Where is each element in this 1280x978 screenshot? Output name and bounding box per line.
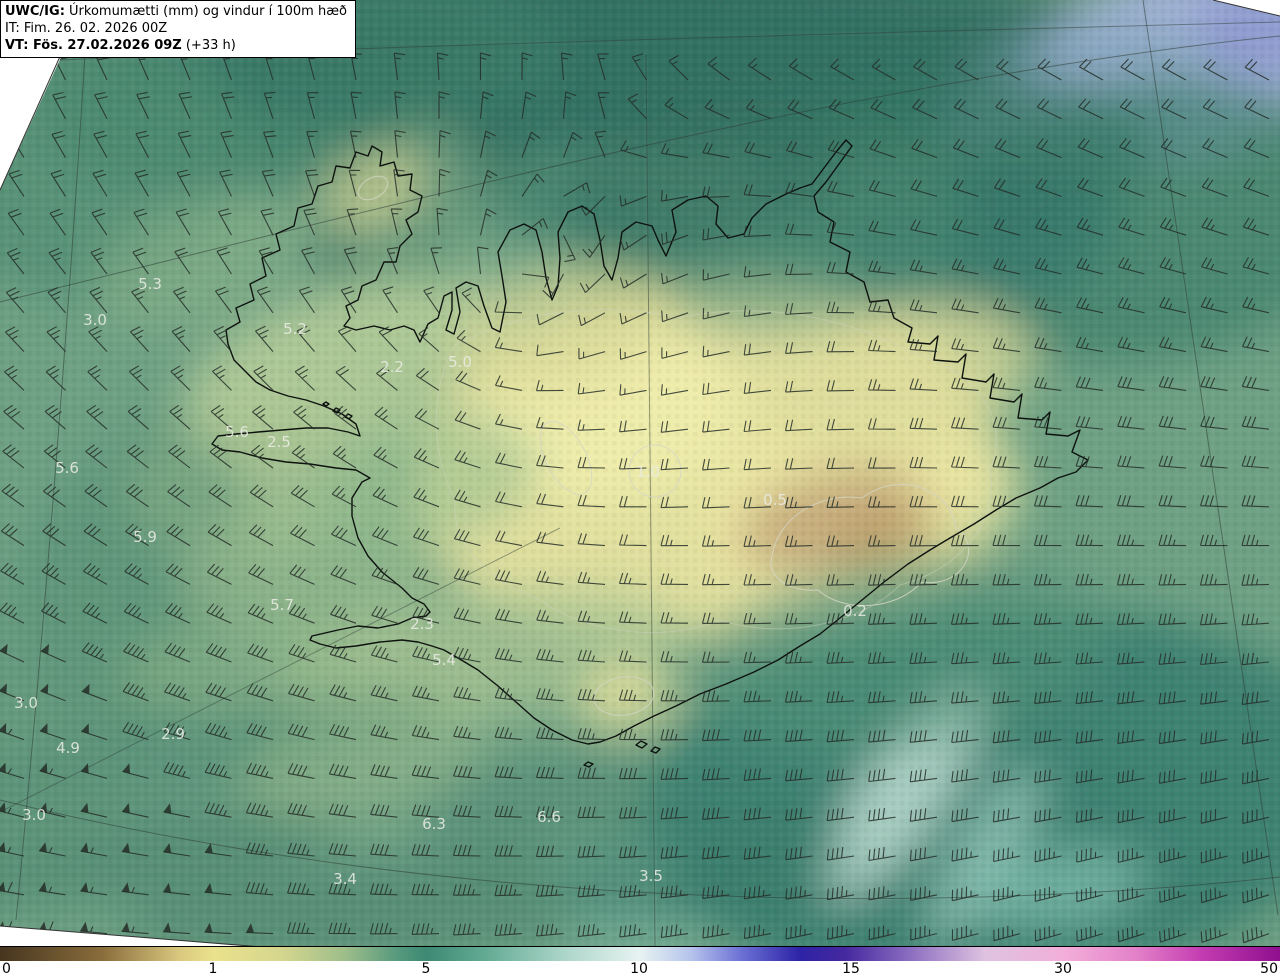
- title-line-2: IT: Fim. 26. 02. 2026 00Z: [5, 20, 347, 37]
- colorbar-tick-0: 0: [2, 961, 11, 977]
- title-text: Úrkomumætti (mm) og vindur í 100m hæð: [64, 4, 347, 19]
- contour-label: 5.7: [270, 596, 294, 614]
- contour-label: 3.5: [639, 867, 663, 885]
- contour-label: 5.0: [448, 353, 472, 371]
- contour-label: 3.0: [22, 806, 46, 824]
- contour-label: 3.0: [14, 694, 38, 712]
- title-box: UWC/IG: Úrkomumætti (mm) og vindur í 100…: [0, 0, 356, 58]
- contour-label: 0.5: [763, 491, 787, 509]
- colorbar-tick-labels: 0 1 5 10 15 30 50: [0, 961, 1280, 978]
- contour-label: 6.6: [537, 808, 561, 826]
- colorbar-tick-30: 30: [1054, 961, 1072, 977]
- title-line-1: UWC/IG: Úrkomumætti (mm) og vindur í 100…: [5, 3, 347, 20]
- model-id-label: UWC/IG:: [5, 4, 65, 19]
- contour-label: 2.5: [267, 433, 291, 451]
- contour-label: 6.3: [422, 815, 446, 833]
- precip-colorbar: [0, 946, 1280, 962]
- init-time: IT: Fim. 26. 02. 2026 00Z: [5, 21, 168, 36]
- contour-label: 1.0: [636, 463, 660, 481]
- colorbar-tick-50: 50: [1260, 961, 1278, 977]
- contour-label: 5.6: [55, 459, 79, 477]
- contour-label: 5.2: [283, 320, 307, 338]
- title-line-3: VT: Fös. 27.02.2026 09Z (+33 h): [5, 37, 347, 54]
- contour-label: 2.9: [161, 725, 185, 743]
- contour-label: 3.4: [333, 870, 357, 888]
- valid-time: VT: Fös. 27.02.2026 09Z: [5, 38, 182, 53]
- colorbar-tick-10: 10: [630, 961, 648, 977]
- contour-label: 5.9: [133, 528, 157, 546]
- weather-map-image: 5.3 3.0 5.2 2.2 5.0 5.6 2.5 5.6 5.9 1.0 0.5 5.7 2.3 5…: [0, 0, 1280, 978]
- contour-label: 0.2: [843, 602, 867, 620]
- contour-label: 4.9: [56, 739, 80, 757]
- forecast-map: 5.3 3.0 5.2 2.2 5.0 5.6 2.5 5.6 5.9 1.0 0.5 5.7 2.3 5…: [0, 0, 1280, 947]
- contour-label: 2.3: [410, 615, 434, 633]
- colorbar-tick-1: 1: [208, 961, 218, 977]
- colorbar-tick-5: 5: [421, 961, 431, 977]
- contour-label: 3.0: [83, 311, 107, 329]
- contour-label: 2.2: [380, 358, 404, 376]
- contour-label: 5.3: [138, 275, 162, 293]
- lead-time: (+33 h): [181, 38, 236, 53]
- contour-label: 5.4: [432, 651, 456, 669]
- colorbar-tick-15: 15: [842, 961, 860, 977]
- contour-label: 5.6: [225, 423, 249, 441]
